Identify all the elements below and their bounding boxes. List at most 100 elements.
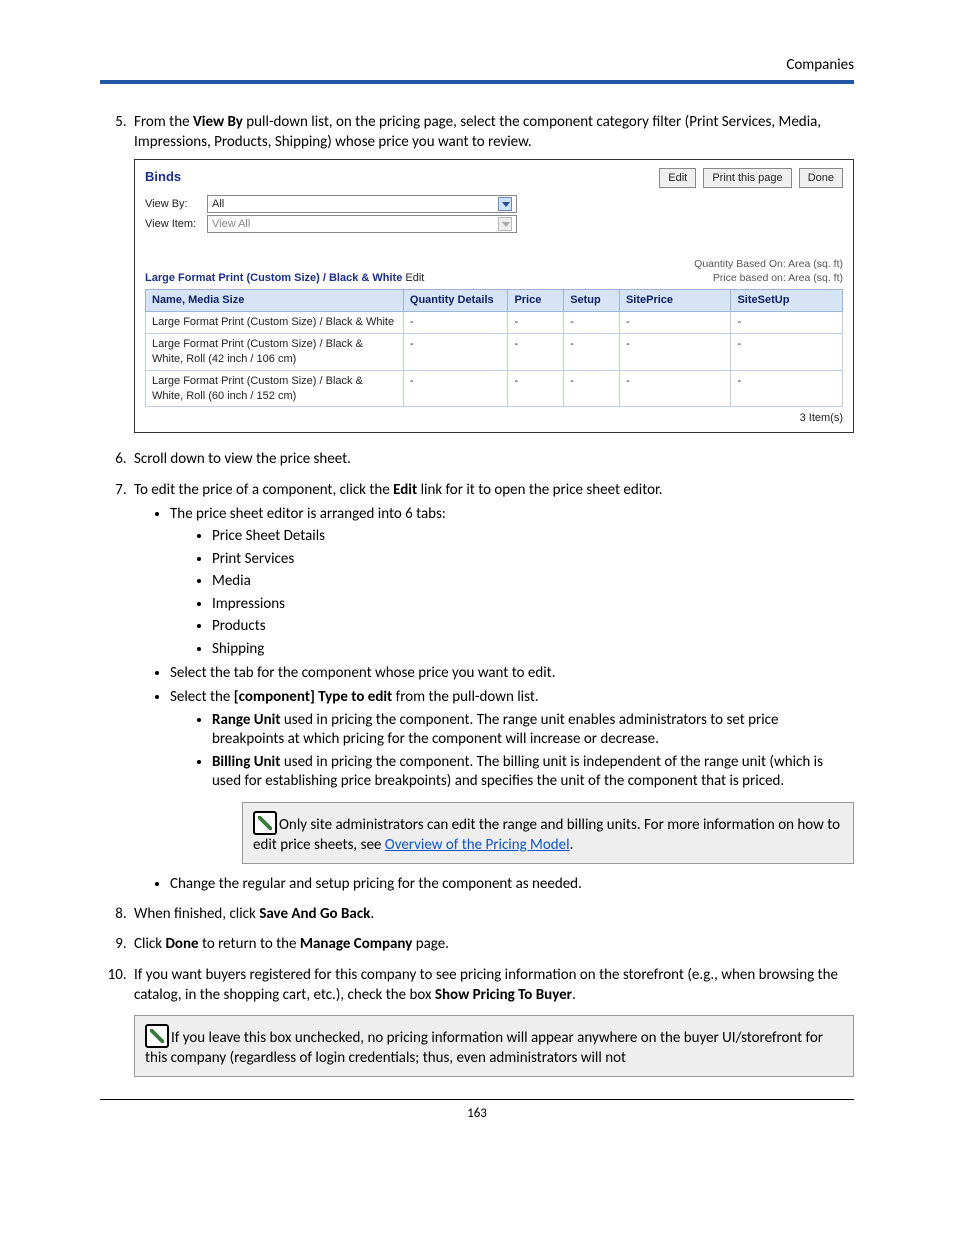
text: Click	[134, 935, 165, 953]
edit-button[interactable]: Edit	[659, 168, 696, 189]
cell: -	[564, 334, 620, 371]
list-item: The price sheet editor is arranged into …	[170, 504, 854, 659]
table-row: Large Format Print (Custom Size) / Black…	[146, 334, 843, 371]
col-sitesetup: SiteSetUp	[731, 290, 843, 312]
cell: -	[403, 370, 508, 407]
col-name: Name, Media Size	[146, 290, 404, 312]
cell: -	[508, 334, 564, 371]
step-6: Scroll down to view the price sheet.	[130, 449, 854, 469]
list-item: Media	[212, 572, 854, 592]
cell: -	[564, 312, 620, 334]
note-icon	[145, 1024, 169, 1048]
cell: -	[619, 312, 731, 334]
shot-title: Binds	[145, 168, 181, 186]
table-header-row: Name, Media Size Quantity Details Price …	[146, 290, 843, 312]
cell-name: Large Format Print (Custom Size) / Black…	[146, 312, 404, 334]
list-item: Change the regular and setup pricing for…	[170, 874, 854, 894]
text-bold: Manage Company	[300, 935, 412, 953]
col-qty: Quantity Details	[403, 290, 508, 312]
text: .	[572, 986, 576, 1004]
header-rule	[100, 80, 854, 84]
text: When finished, click	[134, 905, 259, 923]
text: From the	[134, 113, 193, 131]
step-9: Click Done to return to the Manage Compa…	[130, 934, 854, 954]
page-number: 163	[100, 1106, 854, 1121]
col-price: Price	[508, 290, 564, 312]
list-item: Shipping	[212, 640, 854, 660]
viewby-value: All	[212, 197, 224, 212]
text: To edit the price of a component, click …	[134, 481, 393, 499]
col-siteprice: SitePrice	[619, 290, 731, 312]
step-10: If you want buyers registered for this c…	[130, 965, 854, 1078]
cell: -	[508, 370, 564, 407]
list-item: Impressions	[212, 595, 854, 615]
note-box: Only site administrators can edit the ra…	[242, 802, 854, 864]
list-item: Select the [component] Type to edit from…	[170, 687, 854, 864]
footer-rule	[100, 1099, 854, 1100]
header-section: Companies	[100, 56, 854, 80]
text: used in pricing the component. The range…	[212, 711, 778, 749]
list-item: Products	[212, 617, 854, 637]
step-7: To edit the price of a component, click …	[130, 480, 854, 895]
note-text: If you leave this box unchecked, no pric…	[145, 1029, 823, 1067]
text: to return to the	[199, 935, 300, 953]
text-bold: [component] Type to edit	[234, 688, 392, 706]
price-table: Name, Media Size Quantity Details Price …	[145, 289, 843, 407]
list-item: Billing Unit used in pricing the compone…	[212, 753, 854, 792]
viewby-label: View By:	[145, 197, 207, 212]
print-page-button[interactable]: Print this page	[703, 168, 791, 189]
table-row: Large Format Print (Custom Size) / Black…	[146, 312, 843, 334]
table-row: Large Format Print (Custom Size) / Black…	[146, 370, 843, 407]
col-setup: Setup	[564, 290, 620, 312]
viewitem-dropdown[interactable]: View All	[207, 215, 517, 233]
done-button[interactable]: Done	[799, 168, 843, 189]
section-title: Large Format Print (Custom Size) / Black…	[145, 272, 402, 284]
embedded-screenshot: Binds Edit Print this page Done View By:…	[134, 159, 854, 434]
list-item: Select the tab for the component whose p…	[170, 663, 854, 683]
list-item: Print Services	[212, 550, 854, 570]
cell: -	[731, 370, 843, 407]
list-item: Range Unit used in pricing the component…	[212, 711, 854, 750]
item-count: 3 Item(s)	[145, 411, 843, 426]
text: link for it to open the price sheet edit…	[417, 481, 662, 499]
viewitem-label: View Item:	[145, 217, 207, 232]
text-bold: Billing Unit	[212, 753, 280, 771]
text-bold: Done	[165, 935, 198, 953]
text-bold: View By	[193, 113, 243, 131]
shot-toolbar: Edit Print this page Done	[655, 168, 843, 189]
text: from the pull-down list.	[392, 688, 538, 706]
cell-name: Large Format Print (Custom Size) / Black…	[146, 370, 404, 407]
text: page.	[412, 935, 449, 953]
text-bold: Edit	[393, 481, 417, 499]
cell-name: Large Format Print (Custom Size) / Black…	[146, 334, 404, 371]
viewby-dropdown[interactable]: All	[207, 195, 517, 213]
cell: -	[731, 334, 843, 371]
section-edit-link[interactable]: Edit	[405, 272, 424, 284]
cell: -	[403, 312, 508, 334]
note-icon	[253, 811, 277, 835]
cell: -	[508, 312, 564, 334]
section-meta: Quantity Based On: Area (sq. ft) Price b…	[694, 257, 843, 285]
text: .	[370, 905, 374, 923]
text-bold: Range Unit	[212, 711, 281, 729]
note-box: If you leave this box unchecked, no pric…	[134, 1015, 854, 1077]
text: used in pricing the component. The billi…	[212, 753, 823, 791]
chevron-down-icon	[498, 217, 512, 231]
cell: -	[619, 370, 731, 407]
price-based-on: Price based on: Area (sq. ft)	[694, 271, 843, 285]
cell: -	[403, 334, 508, 371]
qty-based-on: Quantity Based On: Area (sq. ft)	[694, 257, 843, 271]
cell: -	[619, 334, 731, 371]
cell: -	[564, 370, 620, 407]
step-5: From the View By pull-down list, on the …	[130, 112, 854, 433]
chevron-down-icon	[498, 197, 512, 211]
pricing-model-link[interactable]: Overview of the Pricing Model	[385, 836, 570, 854]
text: .	[570, 836, 574, 854]
viewitem-value: View All	[212, 217, 250, 232]
text: Select the	[170, 688, 234, 706]
text-bold: Show Pricing To Buyer	[435, 986, 572, 1004]
text: The price sheet editor is arranged into …	[170, 505, 446, 523]
text-bold: Save And Go Back	[259, 905, 370, 923]
cell: -	[731, 312, 843, 334]
list-item: Price Sheet Details	[212, 527, 854, 547]
